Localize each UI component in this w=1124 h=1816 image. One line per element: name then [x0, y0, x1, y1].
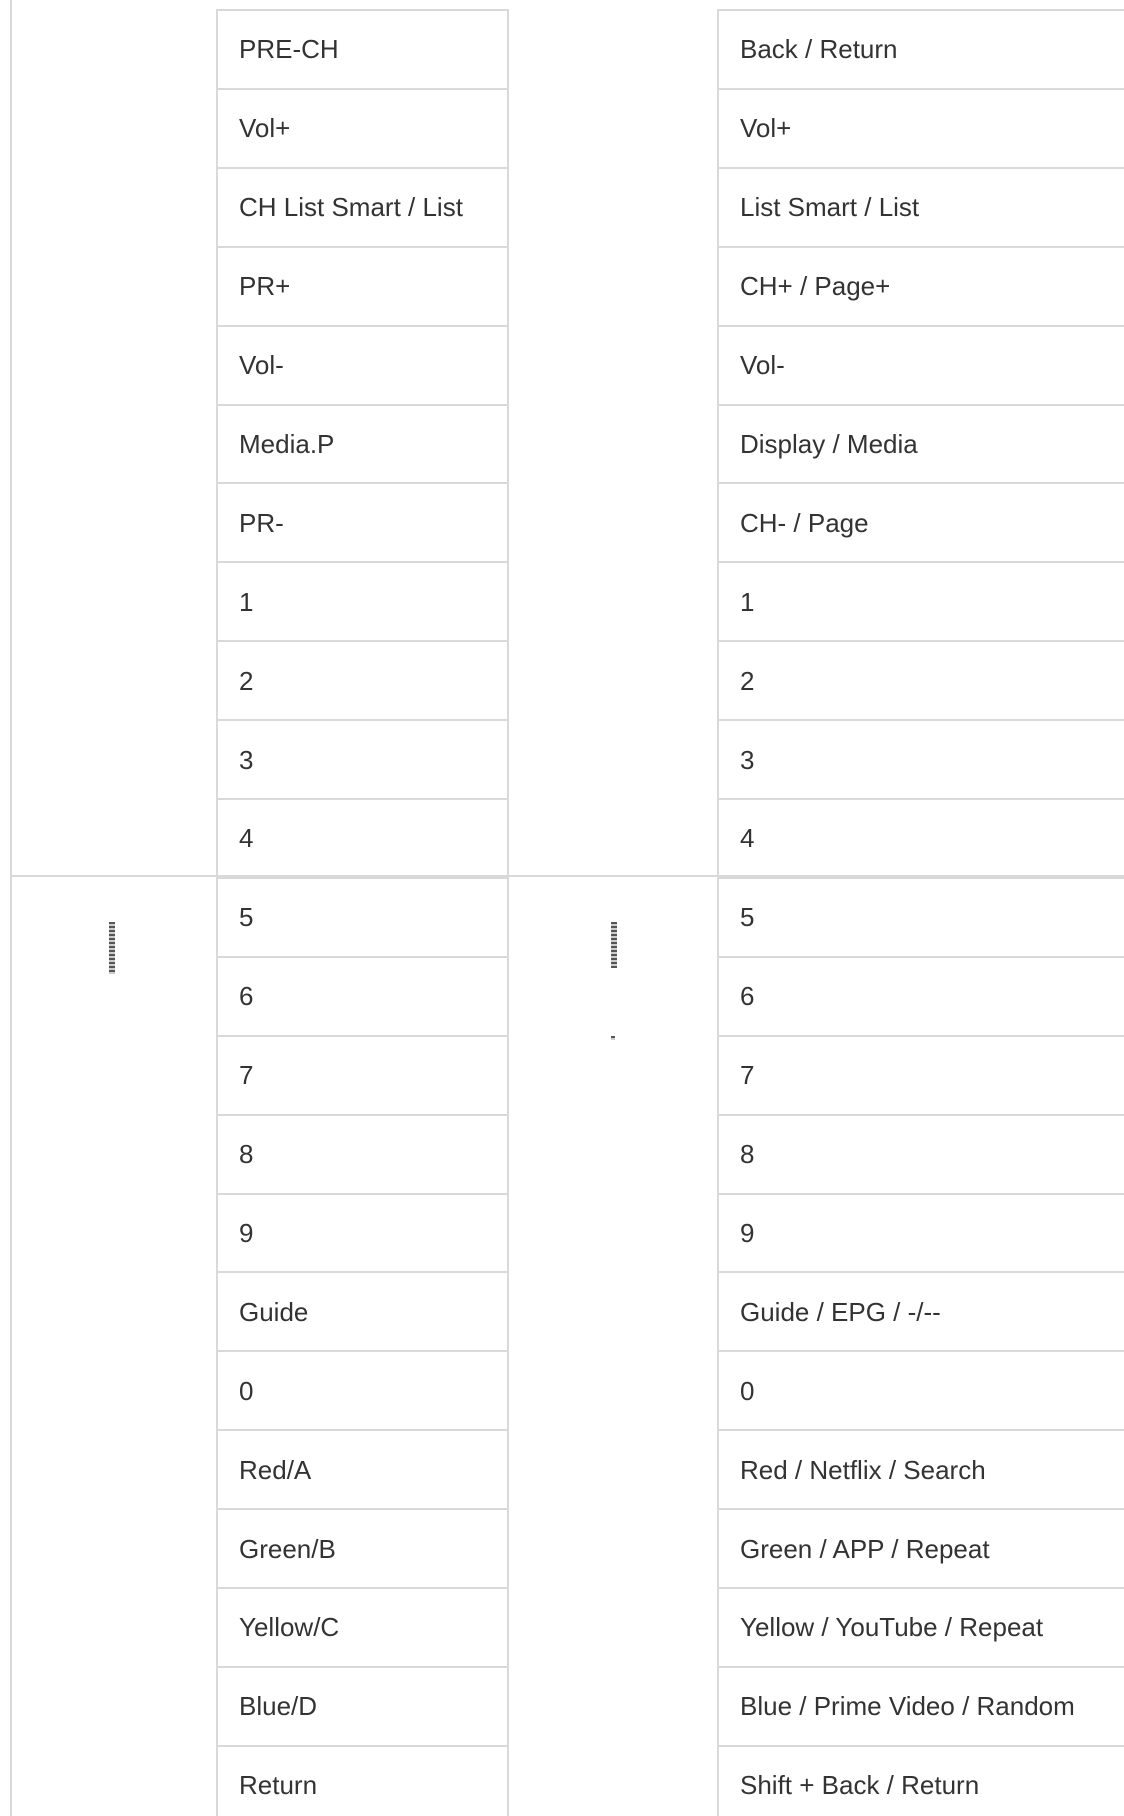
- left-value-row-divider: [216, 167, 509, 169]
- right-value-cell: Guide / EPG / -/--: [740, 1296, 941, 1327]
- right-value-row-divider: [717, 1193, 1124, 1195]
- left-value-cell: 0: [239, 1375, 254, 1406]
- left-value-cell: 3: [239, 744, 254, 775]
- left-value-cell: Green/B: [239, 1533, 336, 1564]
- remote-image-1: [109, 922, 115, 974]
- right-value-row-divider: [717, 88, 1124, 90]
- left-value-cell: 7: [239, 1060, 254, 1091]
- left-value-row-divider: [216, 246, 509, 248]
- right-value-row-divider: [717, 640, 1124, 642]
- left-value-cell: Yellow/C: [239, 1612, 340, 1643]
- right-value-row-divider: [717, 325, 1124, 327]
- right-value-cell: 1: [740, 586, 755, 617]
- left-value-cell: 5: [239, 902, 254, 933]
- left-value-cell: 4: [239, 823, 254, 854]
- right-value-cell: Red / Netflix / Search: [740, 1454, 986, 1485]
- right-value-cell: Vol+: [740, 113, 792, 144]
- left-value-row-divider: [216, 482, 509, 484]
- left-value-row-divider: [216, 1035, 509, 1037]
- left-value-cell: Guide: [239, 1296, 309, 1327]
- right-value-cell: Display / Media: [740, 428, 918, 459]
- right-value-row-divider: [717, 246, 1124, 248]
- left-value-cell: Blue/D: [239, 1691, 318, 1722]
- remote-mapping-table: PRE-CH Vol+ CH List Smart / List PR+ Vol- Med…: [0, 0, 1124, 1816]
- right-value-row-divider: [717, 561, 1124, 563]
- remote-image-2: [611, 922, 617, 968]
- right-value-row-divider: [717, 956, 1124, 958]
- left-value-row-divider: [216, 798, 509, 800]
- left-value-row-divider: [216, 1666, 509, 1668]
- right-value-cell: 8: [740, 1139, 755, 1170]
- left-value-row-divider: [216, 325, 509, 327]
- right-value-row-divider: [717, 719, 1124, 721]
- right-value-cell: 2: [740, 665, 755, 696]
- right-value-cell: Shift + Back / Return: [740, 1770, 980, 1801]
- right-value-cell: Back / Return: [740, 34, 898, 65]
- right-value-row-divider: [717, 404, 1124, 406]
- right-value-cell: 5: [740, 902, 755, 933]
- left-value-row-divider: [216, 1114, 509, 1116]
- left-value-row-divider: [216, 956, 509, 958]
- right-value-cell: 9: [740, 1217, 755, 1248]
- left-value-cell: 2: [239, 665, 254, 696]
- left-value-cell: Vol+: [239, 113, 291, 144]
- left-value-cell: Red/A: [239, 1454, 312, 1485]
- right-value-cell: 3: [740, 744, 755, 775]
- right-value-row-divider: [717, 1350, 1124, 1352]
- left-value-cell: PRE-CH: [239, 34, 339, 65]
- left-value-cell: PR+: [239, 271, 291, 302]
- right-value-cell: CH- / Page: [740, 507, 869, 538]
- left-value-cell: 8: [239, 1139, 254, 1170]
- right-value-row-divider: [717, 1587, 1124, 1589]
- right-value-cell: Vol-: [740, 350, 785, 381]
- right-value-cell: Yellow / YouTube / Repeat: [740, 1612, 1044, 1643]
- right-value-row-divider: [717, 1271, 1124, 1273]
- left-value-row-divider: [216, 640, 509, 642]
- right-value-cell: Blue / Prime Video / Random: [740, 1691, 1075, 1722]
- left-value-cell: Return: [239, 1770, 318, 1801]
- right-value-row-divider: [717, 1508, 1124, 1510]
- left-value-cell: 9: [239, 1217, 254, 1248]
- left-value-row-divider: [216, 719, 509, 721]
- left-value-row-divider: [216, 88, 509, 90]
- right-value-row-divider: [717, 798, 1124, 800]
- left-value-row-divider: [216, 877, 509, 879]
- right-value-cell: Green / APP / Repeat: [740, 1533, 990, 1564]
- right-value-row-divider: [717, 1666, 1124, 1668]
- remote-image-3: [611, 1036, 615, 1040]
- left-value-cell: 1: [239, 586, 254, 617]
- left-value-row-divider: [216, 1587, 509, 1589]
- left-value-row-divider: [216, 1271, 509, 1273]
- right-value-row-divider: [717, 167, 1124, 169]
- right-value-row-divider: [717, 877, 1124, 879]
- right-value-cell: 4: [740, 823, 755, 854]
- column-divider-3: [717, 9, 719, 1816]
- left-value-row-divider: [216, 1745, 509, 1747]
- right-value-cell: List Smart / List: [740, 192, 920, 223]
- left-value-row-divider: [216, 1350, 509, 1352]
- right-value-cell: 0: [740, 1375, 755, 1406]
- left-value-cell: PR-: [239, 507, 284, 538]
- right-value-row-divider: [717, 1429, 1124, 1431]
- left-value-cell: Media.P: [239, 428, 335, 459]
- right-value-row-divider: [717, 1745, 1124, 1747]
- column-divider-2: [507, 9, 509, 1816]
- table-border-left: [10, 0, 12, 1816]
- left-value-row-divider: [216, 561, 509, 563]
- right-value-row-divider: [717, 482, 1124, 484]
- left-value-cell: 6: [239, 981, 254, 1012]
- right-value-row-divider: [717, 1114, 1124, 1116]
- left-value-cell: CH List Smart / List: [239, 192, 463, 223]
- right-value-cell: CH+ / Page+: [740, 271, 891, 302]
- left-value-row-divider: [216, 1508, 509, 1510]
- left-value-row-divider: [216, 1193, 509, 1195]
- left-value-row-divider: [216, 404, 509, 406]
- left-value-cell: Vol-: [239, 350, 284, 381]
- right-value-row-divider: [717, 1035, 1124, 1037]
- left-value-row-divider: [216, 1429, 509, 1431]
- column-divider-1: [216, 9, 218, 1816]
- right-value-cell: 7: [740, 1060, 755, 1091]
- right-value-cell: 6: [740, 981, 755, 1012]
